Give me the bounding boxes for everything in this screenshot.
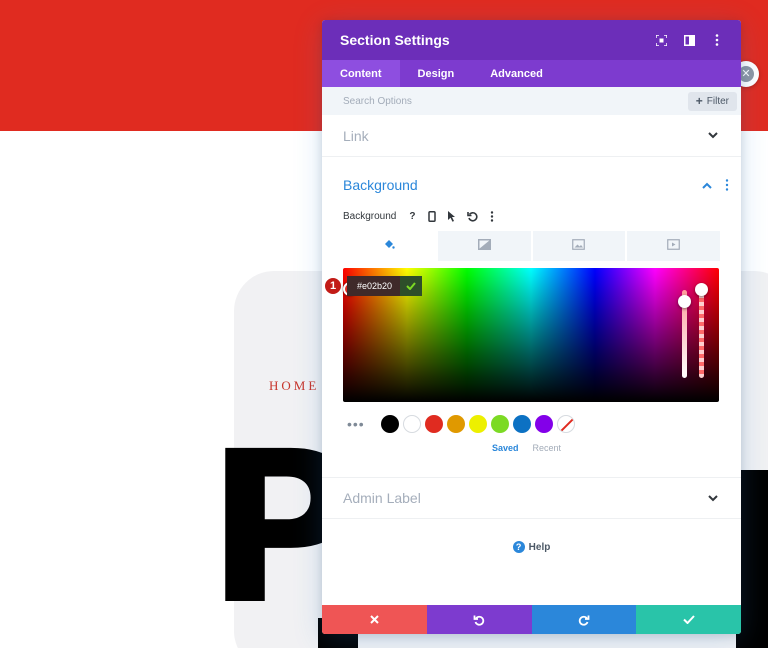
hex-value-field[interactable]: #e02b20 (347, 276, 401, 296)
toggle-background[interactable]: Background (343, 157, 729, 213)
swatch-purple[interactable] (535, 415, 553, 433)
cancel-button[interactable] (322, 605, 427, 634)
swatch-orange[interactable] (447, 415, 465, 433)
close-icon (370, 615, 379, 624)
help-label: Help (528, 541, 551, 553)
video-icon (667, 237, 680, 255)
cursor-icon[interactable] (445, 209, 459, 223)
tab-recent-colors[interactable]: Recent (533, 443, 562, 453)
color-swatches: ••• (343, 415, 720, 433)
toggle-link[interactable]: Link (322, 115, 741, 157)
help-icon[interactable]: ? (405, 209, 419, 223)
tab-background-color[interactable] (343, 231, 438, 261)
more-vertical-icon[interactable] (485, 209, 499, 223)
redo-button[interactable] (531, 605, 637, 634)
hue-slider-knob[interactable] (678, 295, 691, 308)
split-view-icon[interactable] (683, 34, 695, 46)
background-title: Background (343, 177, 418, 193)
chevron-down-icon (706, 129, 720, 143)
check-icon (682, 615, 695, 624)
swatch-green[interactable] (491, 415, 509, 433)
modal-title: Section Settings (340, 32, 450, 48)
background-field-label: Background (343, 210, 397, 222)
modal-header: Section Settings (322, 20, 741, 60)
gradient-icon (477, 237, 491, 255)
filter-label: Filter (706, 95, 729, 107)
search-input[interactable] (343, 95, 688, 107)
save-button[interactable] (636, 605, 741, 634)
redo-icon (578, 615, 590, 626)
undo-icon (473, 615, 485, 626)
swatch-black[interactable] (381, 415, 399, 433)
opacity-slider-knob[interactable] (695, 283, 708, 296)
hex-input-group: #e02b20 (347, 276, 423, 296)
background-type-tabs (343, 231, 720, 261)
modal-footer (322, 605, 741, 634)
tab-background-video[interactable] (627, 231, 720, 261)
plus-icon: + (695, 94, 703, 108)
swatch-blue[interactable] (513, 415, 531, 433)
help-link[interactable]: ? Help (322, 541, 741, 553)
color-picker-area[interactable]: 1 #e02b20 (324, 268, 719, 402)
chevron-up-icon (700, 178, 714, 192)
more-vertical-icon[interactable] (724, 178, 730, 192)
search-bar: + Filter (322, 87, 741, 115)
reset-icon[interactable] (465, 209, 479, 223)
more-horizontal-icon[interactable]: ••• (343, 417, 381, 431)
background-section: Background Background ? 1 #e02b20 ••• Sa… (322, 157, 741, 453)
swatch-white[interactable] (403, 415, 421, 433)
swatch-yellow[interactable] (469, 415, 487, 433)
chevron-down-icon (706, 491, 720, 505)
swatch-red[interactable] (425, 415, 443, 433)
help-icon: ? (512, 541, 525, 553)
tab-advanced[interactable]: Advanced (472, 60, 561, 87)
background-field-header: Background ? (343, 209, 720, 223)
toggle-link-title: Link (343, 127, 369, 144)
tab-design[interactable]: Design (400, 60, 473, 87)
swatch-set-tabs: Saved Recent (343, 443, 720, 453)
undo-button[interactable] (426, 605, 532, 634)
tab-background-image[interactable] (533, 231, 628, 261)
breadcrumb-home: HOME (269, 378, 320, 393)
color-fill-icon (383, 237, 396, 255)
tab-content[interactable]: Content (322, 60, 400, 87)
toggle-admin-label[interactable]: Admin Label (322, 477, 741, 519)
more-vertical-icon[interactable] (711, 34, 723, 46)
swatch-clear[interactable] (557, 415, 575, 433)
section-settings-modal: Section Settings Content Design Advanced… (322, 20, 741, 634)
filter-button[interactable]: + Filter (687, 91, 737, 111)
confirm-hex-button[interactable] (400, 276, 423, 296)
step-badge: 1 (324, 277, 342, 295)
fullscreen-icon[interactable] (655, 34, 667, 46)
tab-saved-colors[interactable]: Saved (492, 443, 519, 453)
mobile-icon[interactable] (425, 209, 439, 223)
admin-label-title: Admin Label (343, 490, 421, 506)
image-icon (572, 237, 586, 255)
tab-background-gradient[interactable] (438, 231, 533, 261)
settings-tabs: Content Design Advanced (322, 60, 741, 87)
opacity-slider-track[interactable] (699, 290, 704, 378)
